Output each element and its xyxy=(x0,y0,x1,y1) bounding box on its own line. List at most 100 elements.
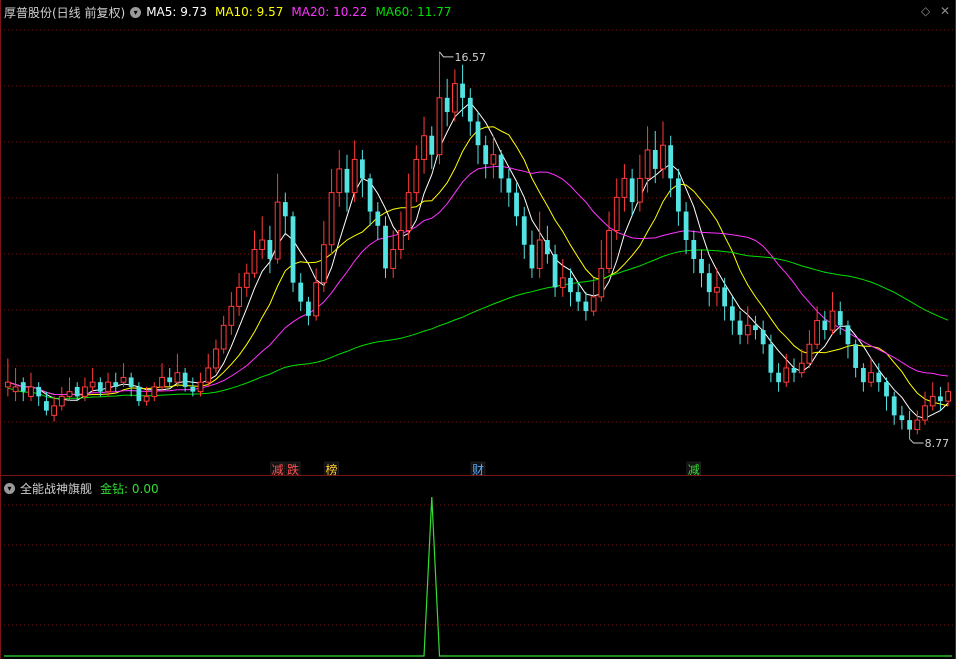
candle-body[interactable] xyxy=(791,367,797,373)
candle-body[interactable] xyxy=(868,372,874,383)
candle-body[interactable] xyxy=(467,97,473,122)
event-tag[interactable]: 减 xyxy=(688,463,700,475)
candle-body[interactable] xyxy=(776,372,781,383)
candle-body[interactable] xyxy=(20,382,26,392)
candle-body[interactable] xyxy=(290,216,296,283)
candle-body[interactable] xyxy=(351,158,358,194)
candle-body[interactable] xyxy=(320,244,327,284)
candle-body[interactable] xyxy=(429,135,435,155)
candle-body[interactable] xyxy=(128,377,134,387)
candle-body[interactable] xyxy=(28,386,34,397)
candle-body[interactable] xyxy=(860,367,866,383)
candle-body[interactable] xyxy=(259,239,266,250)
close-icon[interactable]: ✕ xyxy=(940,4,950,18)
candle-body[interactable] xyxy=(44,401,49,411)
candle-body[interactable] xyxy=(845,325,851,345)
candle-body[interactable] xyxy=(929,395,936,407)
candle-body[interactable] xyxy=(167,377,173,383)
candle-body[interactable] xyxy=(136,386,142,402)
candle-body[interactable] xyxy=(313,282,320,317)
candle-body[interactable] xyxy=(413,158,420,194)
candle-body[interactable] xyxy=(421,135,427,160)
candle-body[interactable] xyxy=(837,311,843,326)
candle-body[interactable] xyxy=(197,381,204,393)
candle-body[interactable] xyxy=(282,202,288,217)
candle-body[interactable] xyxy=(907,420,912,430)
candle-body[interactable] xyxy=(475,121,481,146)
candle-body[interactable] xyxy=(220,324,227,350)
candle-body[interactable] xyxy=(652,149,658,169)
candlestick-chart[interactable]: 16.578.77减跌榜财减 xyxy=(0,0,956,475)
candle-body[interactable] xyxy=(51,405,57,416)
candle-body[interactable] xyxy=(798,362,805,374)
candle-body[interactable] xyxy=(706,273,712,293)
candle-body[interactable] xyxy=(559,277,566,288)
event-tag[interactable]: 减 xyxy=(272,463,284,475)
candle-body[interactable] xyxy=(575,292,581,302)
candle-body[interactable] xyxy=(405,192,412,232)
candle-body[interactable] xyxy=(806,343,813,364)
candle-body[interactable] xyxy=(568,277,573,293)
candle-body[interactable] xyxy=(213,348,219,369)
candle-body[interactable] xyxy=(544,240,550,255)
candle-body[interactable] xyxy=(182,372,188,387)
candle-body[interactable] xyxy=(236,286,242,307)
event-tag[interactable]: 榜 xyxy=(326,462,338,475)
indicator-dropdown-icon[interactable]: ▾ xyxy=(4,482,15,494)
candle-body[interactable] xyxy=(552,254,558,288)
candle-body[interactable] xyxy=(36,386,42,397)
candle-body[interactable] xyxy=(274,201,281,260)
candle-body[interactable] xyxy=(636,177,643,203)
candle-body[interactable] xyxy=(676,178,681,212)
candle-body[interactable] xyxy=(444,97,450,113)
candle-body[interactable] xyxy=(498,154,504,179)
candle-body[interactable] xyxy=(243,272,250,288)
candle-body[interactable] xyxy=(629,178,635,203)
candle-body[interactable] xyxy=(360,159,365,179)
candle-body[interactable] xyxy=(97,382,103,392)
candle-body[interactable] xyxy=(367,178,373,212)
candle-body[interactable] xyxy=(590,296,597,312)
candle-body[interactable] xyxy=(514,192,519,217)
candle-body[interactable] xyxy=(490,154,497,165)
candle-body[interactable] xyxy=(768,344,774,373)
candle-body[interactable] xyxy=(938,396,943,402)
candle-body[interactable] xyxy=(660,144,666,170)
candle-body[interactable] xyxy=(876,372,882,383)
candle-body[interactable] xyxy=(699,258,704,274)
candle-body[interactable] xyxy=(105,381,111,393)
candle-body[interactable] xyxy=(891,396,897,416)
candle-body[interactable] xyxy=(228,305,235,326)
candle-body[interactable] xyxy=(306,301,311,316)
candle-body[interactable] xyxy=(328,192,335,246)
candle-body[interactable] xyxy=(251,248,258,274)
candle-body[interactable] xyxy=(644,149,651,179)
candle-body[interactable] xyxy=(691,240,697,259)
candle-body[interactable] xyxy=(914,419,921,431)
candle-body[interactable] xyxy=(12,386,19,393)
candle-body[interactable] xyxy=(683,211,689,240)
candle-body[interactable] xyxy=(375,211,381,226)
candle-body[interactable] xyxy=(853,344,859,368)
candle-body[interactable] xyxy=(120,376,127,383)
candle-body[interactable] xyxy=(737,320,743,335)
candle-body[interactable] xyxy=(945,391,952,402)
candle-body[interactable] xyxy=(74,386,80,397)
candle-body[interactable] xyxy=(460,83,465,98)
event-tag[interactable]: 财 xyxy=(472,463,484,475)
candle-body[interactable] xyxy=(822,320,828,331)
candle-body[interactable] xyxy=(151,386,158,397)
candle-body[interactable] xyxy=(583,301,589,312)
dropdown-icon[interactable]: ▾ xyxy=(130,6,142,18)
candle-body[interactable] xyxy=(760,330,766,345)
candle-body[interactable] xyxy=(606,230,612,269)
candle-body[interactable] xyxy=(82,386,88,397)
candle-body[interactable] xyxy=(205,367,212,383)
candle-body[interactable] xyxy=(267,240,273,259)
candle-body[interactable] xyxy=(398,230,404,250)
candle-body[interactable] xyxy=(729,306,735,321)
candle-body[interactable] xyxy=(451,83,458,113)
candle-body[interactable] xyxy=(483,145,489,165)
stock-title[interactable]: 厚普股份(日线 前复权) xyxy=(4,4,125,21)
candle-body[interactable] xyxy=(621,177,628,198)
